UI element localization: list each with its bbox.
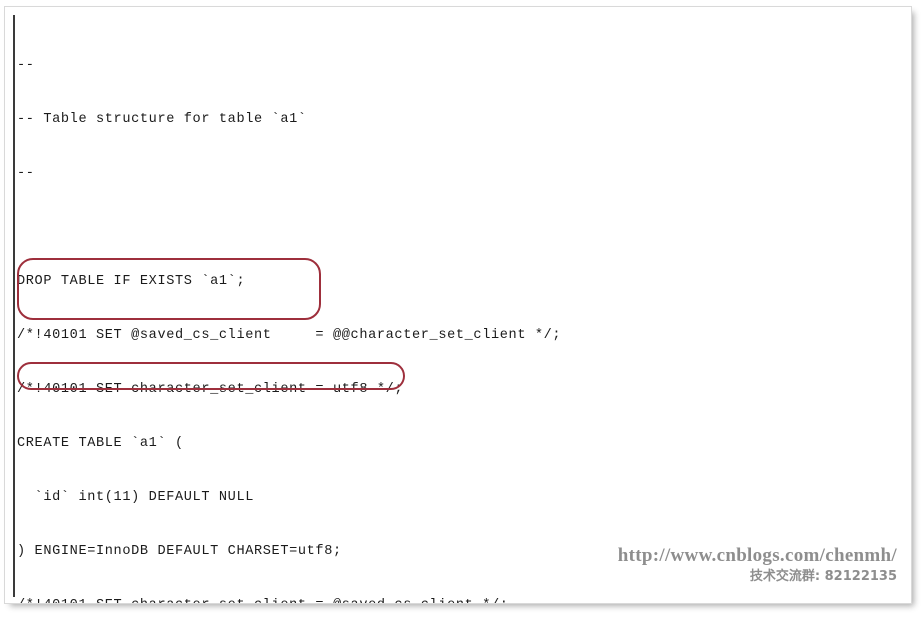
- code-line: ) ENGINE=InnoDB DEFAULT CHARSET=utf8;: [17, 544, 342, 559]
- sql-dump-text: -- -- Table structure for table `a1` -- …: [17, 21, 897, 603]
- screenshot-canvas: -- -- Table structure for table `a1` -- …: [0, 0, 921, 621]
- code-line: --: [17, 166, 35, 181]
- code-line: /*!40101 SET character_set_client = @sav…: [17, 597, 897, 603]
- code-line: /*!40101 SET character_set_client = utf8…: [17, 382, 404, 397]
- terminal-code-panel[interactable]: -- -- Table structure for table `a1` -- …: [4, 6, 912, 604]
- code-line: --: [17, 58, 35, 73]
- code-line: -- Table structure for table `a1`: [17, 112, 307, 127]
- code-line: CREATE TABLE `a1` (: [17, 436, 184, 451]
- code-line: `id` int(11) DEFAULT NULL: [17, 490, 254, 505]
- code-line: /*!40101 SET @saved_cs_client = @@charac…: [17, 328, 562, 343]
- terminal-left-rule: [13, 15, 15, 597]
- code-line: DROP TABLE IF EXISTS `a1`;: [17, 274, 246, 289]
